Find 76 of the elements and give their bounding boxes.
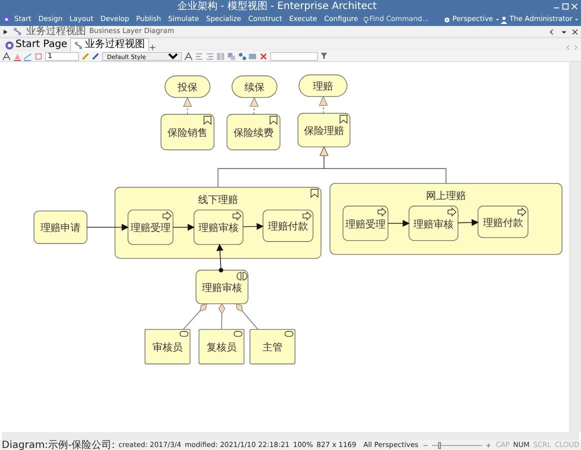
element-label: 投保 [177, 82, 198, 94]
caret-icon [574, 17, 580, 22]
search-field[interactable] [270, 52, 318, 60]
diagram-tab[interactable]: Start Page [2, 39, 70, 51]
pencil-icon[interactable] [80, 52, 90, 60]
border-icon[interactable] [34, 52, 43, 60]
element-label: 理赔受理 [130, 223, 171, 234]
user-icon [500, 16, 508, 24]
font-color-icon[interactable] [2, 52, 11, 60]
bookmark-icon [340, 114, 348, 124]
interaction-icon [236, 272, 248, 280]
breadcrumb-path[interactable]: 业务过程视图 [26, 26, 86, 37]
arrow-icon [232, 211, 242, 221]
element-label: 理赔付款 [268, 222, 308, 233]
element-label: 审核员 [152, 342, 183, 354]
element-label: 复核员 [206, 342, 237, 354]
element-label: 续保 [244, 82, 265, 94]
lightbulb-icon [362, 16, 370, 24]
zoom-slider-thumb[interactable] [438, 442, 441, 449]
vertical-scrollbar[interactable] [569, 62, 581, 432]
caret-icon [494, 17, 500, 22]
delete-icon[interactable] [259, 52, 268, 60]
window-title: 企业架构 - 模型视图 - Enterprise Architect [176, 0, 378, 13]
arrow-icon [302, 211, 312, 221]
triggering-arrow [172, 224, 195, 231]
aggregation-connector [218, 303, 226, 330]
aggregation-connector [182, 303, 208, 330]
triggering-arrow [458, 219, 479, 226]
bookmark-icon [310, 188, 318, 198]
element-label: 网上理赔 [426, 191, 466, 202]
role-icon [284, 331, 294, 337]
diagram-icon [74, 40, 84, 50]
element-label: 保险理赔 [304, 126, 344, 137]
element-label: 理赔 [312, 82, 334, 93]
arrow-icon [378, 207, 386, 217]
element-label: 理赔审核 [202, 282, 242, 294]
role-icon [180, 331, 188, 337]
brush-icon[interactable] [91, 52, 100, 60]
element-label: 理赔审核 [198, 223, 239, 234]
arrow-icon [162, 211, 172, 221]
zoom-out-icon[interactable] [422, 442, 429, 449]
bookmark-icon [204, 116, 212, 125]
diagram-tab[interactable]: 业务过程视图 [70, 38, 150, 51]
element-label: 理赔审核 [413, 219, 454, 230]
text-style-icon[interactable] [184, 52, 193, 60]
triggering-arrow [86, 224, 129, 231]
line-color-icon[interactable] [23, 52, 32, 60]
bookmark-icon [270, 116, 278, 125]
element-label: 线下理赔 [198, 195, 238, 206]
realization-connector [250, 96, 259, 115]
diagram-path: Diagram:示例-保险公司: [2, 440, 116, 450]
realization-connector [183, 96, 192, 115]
role-icon [234, 331, 242, 337]
element-label: 理赔申请 [40, 223, 81, 234]
arrow-icon [448, 207, 456, 217]
assignment-connector [216, 244, 224, 272]
arrow-icon [518, 207, 526, 217]
element-label: 理赔付款 [482, 218, 524, 229]
element-label: 理赔受理 [345, 219, 386, 230]
realization-connector [318, 96, 328, 114]
scroll-left-icon[interactable] [565, 44, 572, 51]
app-menu-icon[interactable] [2, 15, 11, 24]
triggering-arrow [388, 220, 410, 227]
maximize-icon[interactable] [561, 2, 570, 11]
layers-icon[interactable] [226, 52, 236, 60]
zoom-in-icon[interactable] [485, 442, 492, 449]
close-icon[interactable] [571, 28, 580, 36]
aggregation-connector [236, 303, 258, 330]
fill-color-icon[interactable] [12, 52, 22, 60]
element-label: 主管 [262, 342, 283, 354]
triggering-arrow [242, 223, 264, 230]
element-label: 保险销售 [167, 128, 208, 139]
element-label: 保险续费 [233, 128, 274, 139]
scroll-right-icon[interactable] [572, 44, 580, 51]
diagram-icon [13, 27, 22, 36]
align-right-icon[interactable] [205, 52, 214, 60]
